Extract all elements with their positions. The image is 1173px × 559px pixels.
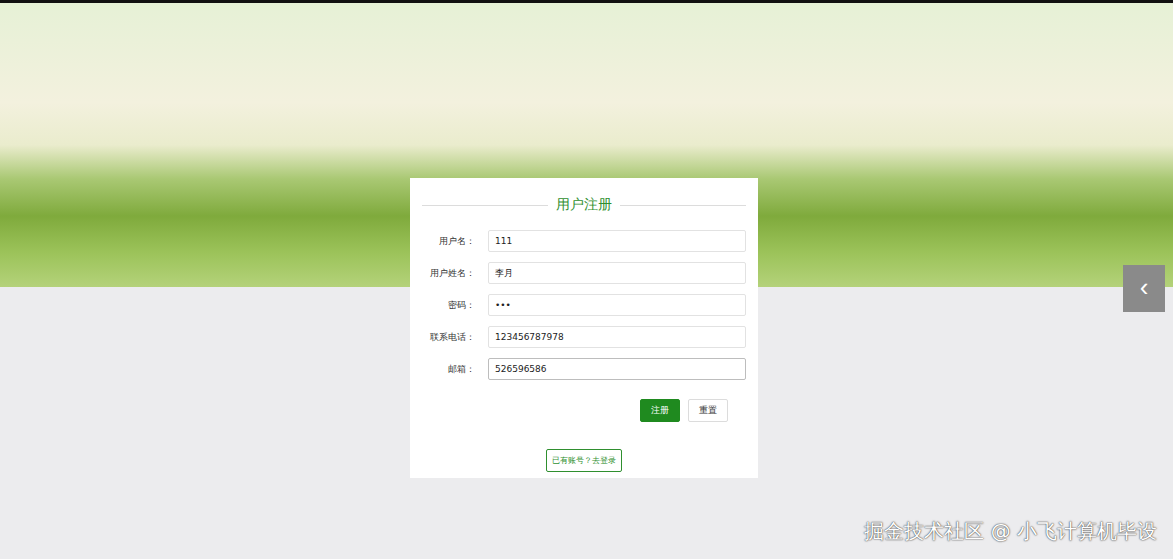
field-label: 用户姓名： [410, 267, 475, 280]
field-label: 联系电话： [410, 331, 475, 344]
reset-button[interactable]: 重置 [688, 399, 728, 422]
field-input[interactable] [488, 262, 746, 284]
field-label: 邮箱： [410, 363, 475, 376]
watermark: 掘金技术社区 @ 小飞计算机毕设 [864, 518, 1157, 545]
field-input[interactable] [488, 326, 746, 348]
login-link-button[interactable]: 已有账号？去登录 [546, 449, 622, 472]
title-row: 用户注册 [410, 196, 746, 214]
title-rule [620, 205, 746, 206]
chevron-left-icon: ‹ [1140, 272, 1149, 302]
field-label: 用户名： [410, 235, 475, 248]
link-row: 已有账号？去登录 [410, 449, 746, 472]
register-page: ‹ 用户注册用户名： 用户姓名： 密码： 联系电话： 邮箱： 注册重置已有账号？去登录掘金技… [0, 0, 1173, 559]
form-field: 密码： [410, 294, 746, 316]
field-label: 密码： [410, 299, 475, 312]
form-field: 联系电话： [410, 326, 746, 348]
field-list: 用户名： 用户姓名： 密码： 联系电话： 邮箱： [410, 230, 746, 380]
form-field: 邮箱： [410, 358, 746, 380]
register-card: 用户注册用户名： 用户姓名： 密码： 联系电话： 邮箱： 注册重置已有账号？去登录 [410, 178, 758, 478]
form-title: 用户注册 [556, 196, 612, 214]
form-field: 用户名： [410, 230, 746, 252]
button-row: 注册重置 [410, 399, 746, 422]
field-input[interactable] [488, 230, 746, 252]
field-input[interactable] [488, 358, 746, 380]
form-field: 用户姓名： [410, 262, 746, 284]
register-button[interactable]: 注册 [640, 399, 680, 422]
carousel-prev-button[interactable]: ‹ [1123, 265, 1165, 312]
title-rule [422, 205, 548, 206]
field-input[interactable] [488, 294, 746, 316]
